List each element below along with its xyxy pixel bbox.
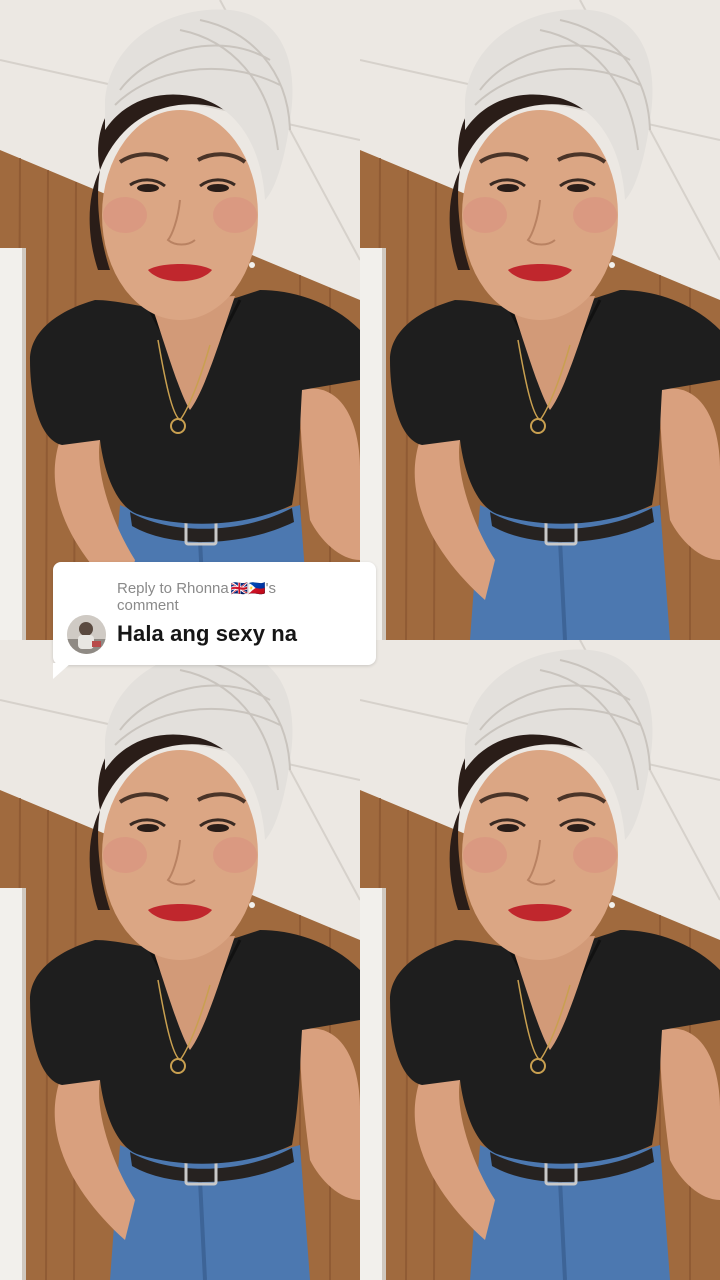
video-frame-image bbox=[360, 0, 720, 640]
video-frame-image bbox=[0, 640, 360, 1280]
reply-prefix: Reply to Rhonna bbox=[117, 580, 229, 597]
video-tile-bottom-left bbox=[0, 640, 360, 1280]
flag-emojis: 🇬🇧🇵🇭 bbox=[230, 580, 266, 596]
video-frame-image bbox=[0, 0, 360, 640]
video-tile-top-right bbox=[360, 0, 720, 640]
reply-suffix-comment: comment bbox=[117, 597, 179, 614]
bubble-tail bbox=[53, 663, 71, 679]
reply-comment-bubble[interactable]: Reply to Rhonna 🇬🇧🇵🇭's comment Hala ang s… bbox=[53, 562, 376, 679]
video-tile-top-left bbox=[0, 0, 360, 640]
avatar[interactable] bbox=[67, 615, 106, 654]
video-frame-image bbox=[360, 640, 720, 1280]
reply-header: Reply to Rhonna 🇬🇧🇵🇭's comment bbox=[117, 580, 367, 614]
comment-text: Hala ang sexy na bbox=[117, 621, 298, 646]
video-tile-bottom-right bbox=[360, 640, 720, 1280]
reply-suffix: 's bbox=[265, 580, 276, 597]
avatar-image bbox=[67, 615, 106, 654]
